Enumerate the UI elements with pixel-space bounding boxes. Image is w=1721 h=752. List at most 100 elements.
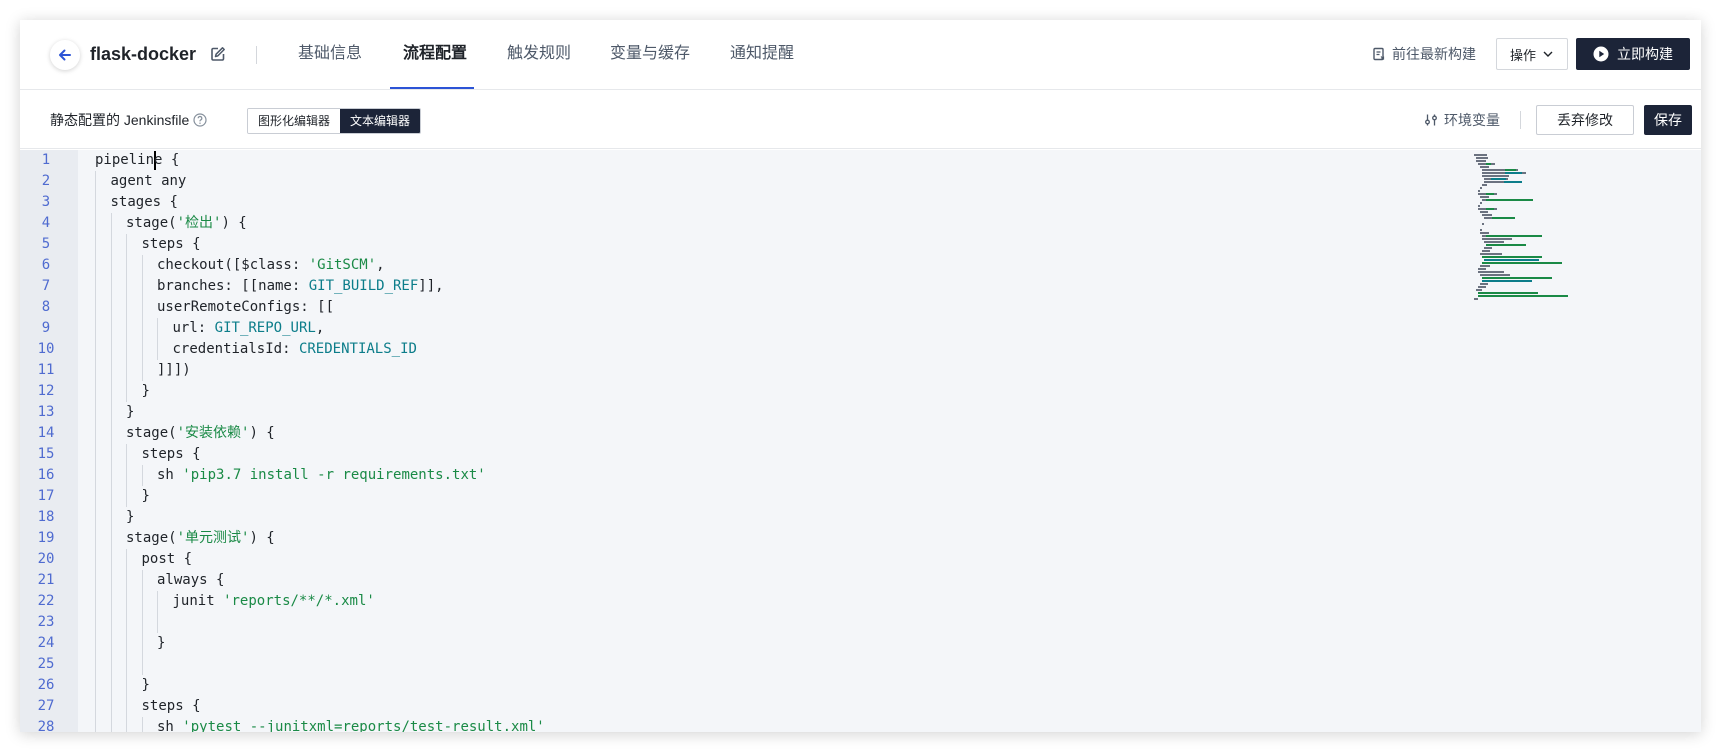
line-number: 15 (37, 446, 55, 462)
indent-guide (126, 255, 127, 276)
minimap-token (1485, 199, 1533, 201)
line-number: 11 (37, 362, 55, 378)
line-number: 14 (37, 425, 55, 441)
project-name: flask-docker (90, 44, 197, 64)
code-line[interactable]: steps { (78, 234, 1466, 255)
indent-guide (95, 192, 96, 213)
minimap-token (1478, 190, 1480, 192)
indent-guide (110, 276, 112, 297)
discard-changes-button[interactable]: 丢弃修改 (1536, 105, 1634, 135)
minimap-token (1476, 157, 1488, 159)
code-line[interactable]: steps { (78, 444, 1466, 465)
indent-guide (141, 633, 143, 654)
code-line[interactable]: sh 'pip3.7 install -r requirements.txt' (78, 465, 1466, 486)
code-line[interactable]: always { (78, 570, 1466, 591)
tab-variables-cache[interactable]: 变量与缓存 (610, 42, 690, 66)
code-line[interactable]: userRemoteConfigs: [[ (78, 297, 1466, 318)
operations-dropdown[interactable]: 操作 (1496, 38, 1568, 70)
indent-guide (110, 297, 112, 318)
code-line[interactable]: } (78, 507, 1466, 528)
minimap-token (1480, 166, 1490, 168)
minimap-token (1482, 184, 1488, 186)
minimap-token (1478, 286, 1486, 288)
minimap-token (1484, 247, 1492, 249)
play-circle-icon (1593, 46, 1609, 62)
text-editor-option[interactable]: 文本编辑器 (340, 109, 421, 133)
code-line[interactable]: post { (78, 549, 1466, 570)
indent-guide (110, 465, 112, 486)
line-number: 10 (37, 341, 55, 357)
tab-pipeline-config[interactable]: 流程配置 (403, 42, 467, 66)
goto-latest-label: 前往最新构建 (1392, 46, 1476, 62)
code-line[interactable]: sh 'pytest --junitxml=reports/test-resul… (78, 717, 1466, 732)
tab-trigger-rules[interactable]: 触发规则 (507, 42, 571, 66)
tab-notifications[interactable]: 通知提醒 (730, 42, 794, 66)
code-line[interactable]: stage('安装依赖') { (78, 423, 1466, 444)
code-line[interactable]: } (78, 633, 1466, 654)
line-number: 23 (37, 614, 55, 630)
code-line[interactable]: } (78, 381, 1466, 402)
code-line[interactable]: checkout([$class: 'GitSCM', (78, 255, 1466, 276)
tab-basic-info[interactable]: 基础信息 (298, 42, 362, 66)
code-line[interactable]: } (78, 675, 1466, 696)
minimap-token (1480, 283, 1488, 285)
minimap-token (1491, 217, 1516, 219)
code-minimap[interactable] (1466, 150, 1701, 732)
code-line[interactable]: pipeline { (78, 150, 1466, 171)
minimap-token (1478, 292, 1538, 294)
line-number: 24 (37, 635, 55, 651)
indent-guide (110, 717, 112, 732)
code-line[interactable]: ]]]) (78, 360, 1466, 381)
line-number: 28 (37, 719, 55, 732)
line-number: 25 (37, 656, 55, 672)
top-header: flask-docker 基础信息 流程配置 触发规则 变量与缓存 通知提醒 前… (20, 20, 1701, 90)
indent-guide (95, 633, 96, 654)
minimap-token (1485, 235, 1542, 237)
back-button[interactable] (50, 40, 80, 70)
edit-icon[interactable] (210, 46, 226, 67)
toolbar-divider (1520, 111, 1521, 129)
code-line[interactable]: } (78, 402, 1466, 423)
line-number: 20 (37, 551, 55, 567)
indent-guide (95, 276, 96, 297)
code-line[interactable]: stage('单元测试') { (78, 528, 1466, 549)
indent-guide (141, 654, 143, 675)
jenkinsfile-label-text: 静态配置的 Jenkinsfile (50, 112, 190, 128)
graphic-editor-option[interactable]: 图形化编辑器 (248, 109, 341, 133)
code-line[interactable]: junit 'reports/**/*.xml' (78, 591, 1466, 612)
operations-label: 操作 (1509, 47, 1536, 63)
indent-guide (95, 339, 96, 360)
indent-guide (141, 297, 143, 318)
goto-latest-build-link[interactable]: 前往最新构建 (1372, 44, 1476, 64)
minimap-token (1474, 154, 1487, 156)
line-number: 22 (37, 593, 55, 609)
code-line[interactable]: steps { (78, 696, 1466, 717)
minimap-token (1493, 193, 1498, 195)
code-line[interactable]: url: GIT_REPO_URL, (78, 318, 1466, 339)
code-line[interactable]: stages { (78, 192, 1466, 213)
minimap-token (1480, 202, 1482, 204)
build-now-button[interactable]: 立即构建 (1576, 38, 1690, 70)
indent-guide (110, 675, 112, 696)
indent-guide (95, 234, 96, 255)
minimap-token (1484, 241, 1504, 243)
code-line[interactable] (78, 654, 1466, 675)
indent-guide (126, 297, 127, 318)
line-number: 16 (37, 467, 55, 483)
code-line[interactable]: } (78, 486, 1466, 507)
code-line[interactable]: stage('检出') { (78, 213, 1466, 234)
minimap-token (1482, 169, 1506, 171)
indent-guide (126, 570, 127, 591)
env-variables-button[interactable]: 环境变量 (1424, 111, 1500, 129)
help-circle-icon[interactable] (193, 113, 207, 127)
code-line[interactable]: branches: [[name: GIT_BUILD_REF]], (78, 276, 1466, 297)
indent-guide (126, 696, 127, 717)
save-button[interactable]: 保存 (1644, 105, 1692, 135)
minimap-token (1478, 295, 1568, 297)
code-line[interactable] (78, 612, 1466, 633)
code-line[interactable]: credentialsId: CREDENTIALS_ID (78, 339, 1466, 360)
code-content[interactable]: pipeline {agent any stages {stage('检出') {… (78, 150, 1466, 732)
code-editor[interactable]: 1 2 3 4 5 6 7 8 9 10 11 12 13 14 15 16 17 18 19 20 21 22 23 24 2… (20, 150, 1701, 732)
indent-guide (141, 717, 143, 732)
code-line[interactable]: agent any (78, 171, 1466, 192)
